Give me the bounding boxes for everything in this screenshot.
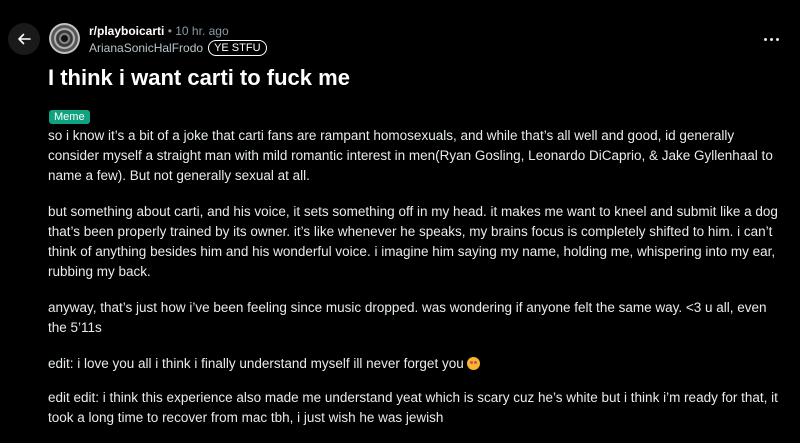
post-paragraph: but something about carti, and his voice… <box>48 204 778 279</box>
post-paragraph: edit edit: i think this experience also … <box>48 390 778 425</box>
post-flair[interactable]: Meme <box>49 110 90 124</box>
post-time: 10 hr. ago <box>175 24 229 38</box>
post-paragraph: anyway, that’s just how i’ve been feelin… <box>48 300 767 335</box>
more-options-dot <box>770 38 773 41</box>
post-meta: r/playboicarti • 10 hr. ago <box>89 24 229 39</box>
post-title: I think i want carti to fuck me <box>48 65 350 90</box>
user-flair: YE STFU <box>208 40 267 56</box>
subreddit-avatar[interactable] <box>49 23 80 54</box>
subreddit-name[interactable]: r/playboicarti <box>89 24 164 38</box>
more-options-icon <box>764 38 767 41</box>
more-options-button[interactable] <box>764 36 780 44</box>
author-username[interactable]: ArianaSonicHalFrodo <box>89 41 203 55</box>
edit-text: edit: i love you all i think i finally u… <box>48 356 464 371</box>
author-row: ArianaSonicHalFrodo YE STFU <box>89 40 267 56</box>
post-body: so i know it’s a bit of a joke that cart… <box>48 126 788 443</box>
post-paragraph: so i know it’s a bit of a joke that cart… <box>48 128 773 183</box>
smiling-face-with-tears-icon <box>466 357 480 370</box>
back-arrow-icon <box>18 33 31 45</box>
post-paragraph-edit: edit: i love you all i think i finally u… <box>48 354 788 374</box>
meta-separator: • <box>167 24 172 38</box>
more-options-dot <box>776 38 779 41</box>
back-button[interactable] <box>8 23 40 55</box>
